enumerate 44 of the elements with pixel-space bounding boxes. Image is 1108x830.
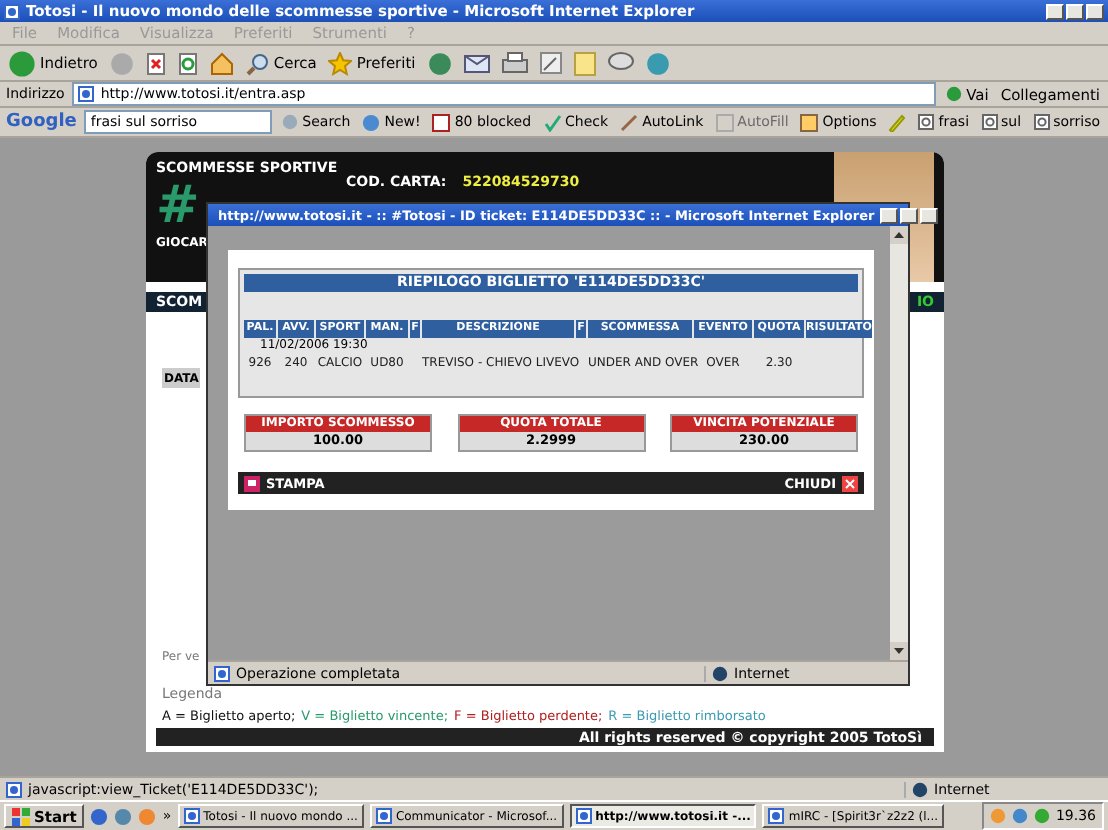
magnifier-icon — [918, 114, 935, 130]
minimize-button[interactable] — [880, 207, 899, 223]
page-icon — [183, 808, 200, 824]
edit-icon — [539, 52, 562, 74]
highlighter-icon — [888, 113, 907, 131]
page-icon — [575, 808, 592, 824]
scroll-up-icon[interactable] — [890, 226, 908, 244]
options-icon — [800, 113, 819, 131]
logo: # — [156, 176, 200, 236]
minimize-button[interactable] — [1046, 3, 1064, 19]
home-icon — [209, 51, 234, 75]
check-icon — [543, 113, 562, 131]
print-icon — [244, 475, 260, 491]
page-icon — [768, 808, 785, 824]
star-icon — [328, 51, 353, 75]
scrollbar[interactable] — [890, 226, 908, 660]
maximize-button[interactable] — [1066, 3, 1084, 19]
windows-flag-icon — [12, 807, 30, 825]
printer-icon — [501, 52, 528, 74]
toolbar-button[interactable] — [175, 51, 200, 75]
speech-bubble-icon — [607, 52, 634, 74]
toolbar-button[interactable] — [537, 52, 564, 74]
google-logo[interactable]: Google — [6, 112, 77, 132]
toolbar-button[interactable] — [143, 51, 168, 75]
toolbar-button[interactable] — [207, 51, 236, 75]
toolbar-button[interactable] — [461, 53, 492, 73]
magnifier-icon — [981, 114, 998, 130]
toolbar-button[interactable] — [499, 52, 530, 74]
page-icon — [214, 665, 230, 681]
maximize-button[interactable] — [900, 207, 919, 223]
toolbar-button[interactable] — [605, 52, 636, 74]
close-icon — [842, 475, 858, 491]
envelope-icon — [463, 53, 490, 73]
form-icon — [715, 113, 734, 131]
refresh-icon — [177, 51, 198, 75]
page-icon — [375, 808, 392, 824]
page-icon — [78, 86, 95, 102]
close-button[interactable] — [1086, 3, 1104, 19]
stop-icon — [145, 51, 166, 75]
magnifier-icon — [1033, 114, 1050, 130]
note-icon — [573, 51, 596, 75]
scroll-down-icon[interactable] — [890, 642, 908, 660]
page-icon — [4, 3, 20, 19]
blocked-window-icon — [432, 113, 451, 131]
